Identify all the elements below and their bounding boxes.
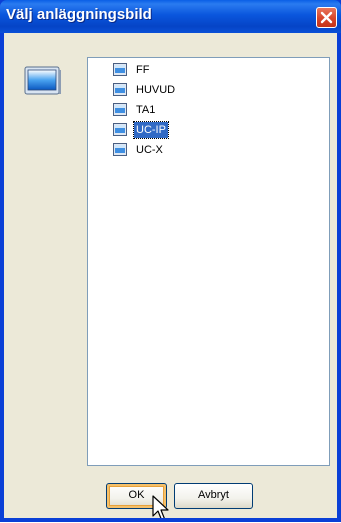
window-border (0, 518, 341, 522)
tree-item-label: TA1 (136, 104, 156, 116)
window-title: Välj anläggningsbild (6, 6, 152, 23)
screen-icon (113, 123, 127, 136)
tree-item-label: FF (136, 64, 150, 76)
cancel-button[interactable]: Avbryt (174, 483, 253, 509)
tree-item-label: UC-IP (133, 121, 169, 139)
screen-icon (24, 66, 61, 95)
image-tree[interactable]: FF HUVUD TA1 UC-IP UC-X (87, 57, 330, 466)
screen-icon (113, 63, 127, 76)
tree-item-label: UC-X (136, 144, 163, 156)
screen-icon (113, 103, 127, 116)
close-button[interactable] (316, 7, 337, 28)
close-icon (320, 11, 333, 24)
screen-icon (113, 143, 127, 156)
screen-icon (113, 83, 127, 96)
tree-item-label: HUVUD (136, 84, 176, 96)
title-bar[interactable]: Välj anläggningsbild (0, 0, 341, 33)
